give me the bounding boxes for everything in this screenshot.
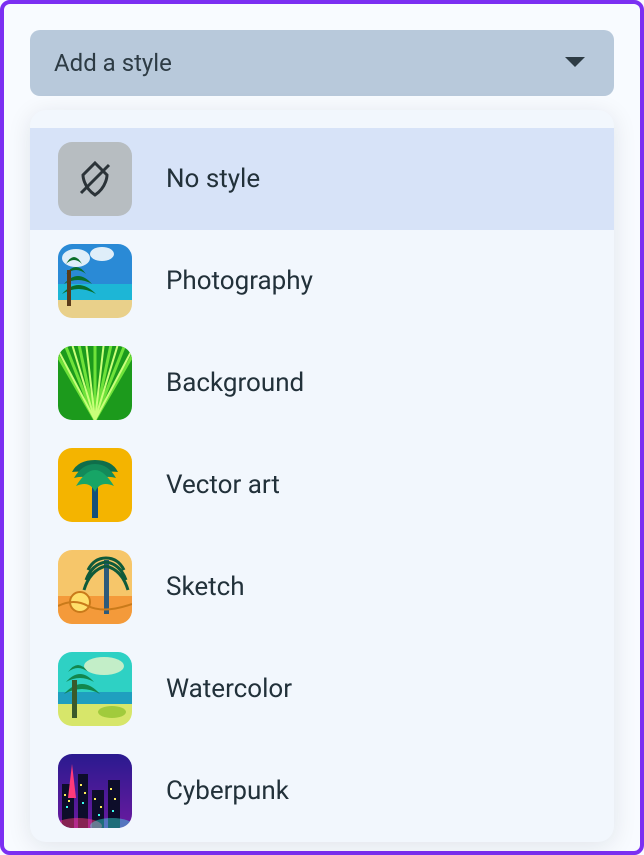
style-option-label: Background bbox=[166, 368, 304, 398]
style-option-cyberpunk[interactable]: Cyberpunk bbox=[30, 740, 614, 842]
style-option-sketch[interactable]: Sketch bbox=[30, 536, 614, 638]
style-option-photography[interactable]: Photography bbox=[30, 230, 614, 332]
sketch-thumb-icon bbox=[58, 550, 132, 624]
style-option-vector[interactable]: Vector art bbox=[30, 434, 614, 536]
watercolor-thumb-icon bbox=[58, 652, 132, 726]
style-option-background[interactable]: Background bbox=[30, 332, 614, 434]
chevron-down-icon bbox=[564, 56, 586, 70]
app-frame: Add a style No style bbox=[0, 0, 644, 855]
background-thumb-icon bbox=[58, 346, 132, 420]
style-option-label: Cyberpunk bbox=[166, 776, 289, 806]
style-option-watercolor[interactable]: Watercolor bbox=[30, 638, 614, 740]
style-option-label: Watercolor bbox=[166, 674, 292, 704]
style-select-label: Add a style bbox=[54, 49, 172, 77]
style-select-trigger[interactable]: Add a style bbox=[30, 30, 614, 96]
cyberpunk-thumb-icon bbox=[58, 754, 132, 828]
no-style-icon bbox=[58, 142, 132, 216]
style-dropdown: No style Photography bbox=[30, 110, 614, 842]
photography-thumb-icon bbox=[58, 244, 132, 318]
style-option-none[interactable]: No style bbox=[30, 128, 614, 230]
style-option-label: Sketch bbox=[166, 572, 245, 602]
style-option-label: Vector art bbox=[166, 470, 280, 500]
vector-thumb-icon bbox=[58, 448, 132, 522]
style-option-label: No style bbox=[166, 164, 260, 194]
style-option-label: Photography bbox=[166, 266, 313, 296]
